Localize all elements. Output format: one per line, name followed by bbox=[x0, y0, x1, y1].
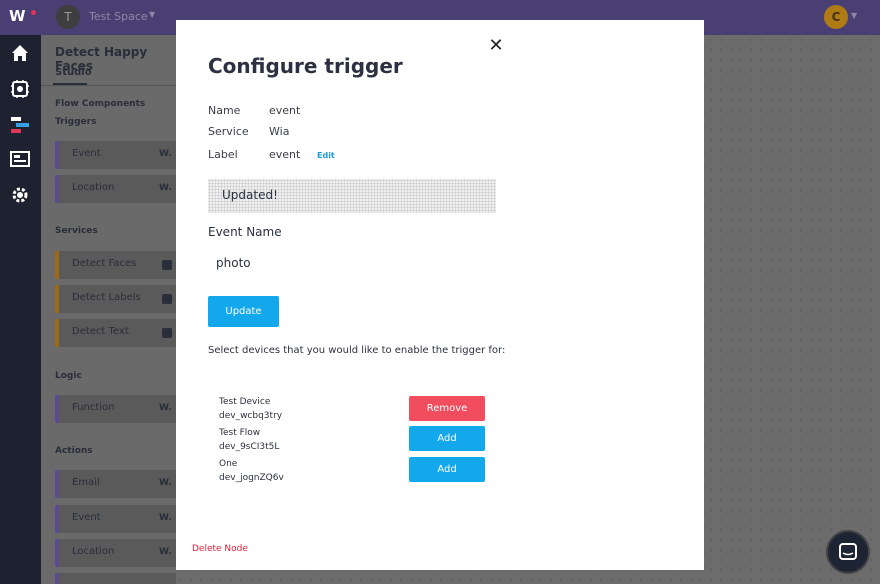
settings-icon[interactable] bbox=[10, 185, 30, 205]
device-id: dev_9sCI3t5L bbox=[219, 442, 280, 452]
label-value: event bbox=[269, 148, 301, 161]
chat-launcher-button[interactable] bbox=[828, 532, 868, 572]
triggers-heading: Triggers bbox=[55, 117, 97, 127]
service-icon bbox=[162, 328, 172, 338]
wia-icon: W. bbox=[159, 513, 172, 523]
component-label: Detect Faces bbox=[72, 258, 137, 269]
wia-icon: W. bbox=[159, 403, 172, 413]
update-button[interactable]: Update bbox=[208, 296, 279, 327]
wia-icon: W. bbox=[159, 478, 172, 488]
component-next-action[interactable] bbox=[55, 573, 179, 584]
component-location-trigger[interactable]: Location W. bbox=[55, 175, 179, 203]
tab-divider bbox=[41, 85, 176, 86]
space-avatar[interactable]: T bbox=[56, 5, 80, 29]
status-message-text: Updated! bbox=[222, 188, 278, 202]
close-icon[interactable]: ✕ bbox=[488, 37, 504, 55]
wia-logo[interactable]: W bbox=[9, 7, 36, 27]
select-devices-instructions: Select devices that you would like to en… bbox=[208, 345, 506, 356]
wia-icon: W. bbox=[159, 183, 172, 193]
chat-icon bbox=[839, 543, 857, 560]
device-name: Test Flow bbox=[219, 428, 261, 438]
nav-rail bbox=[0, 35, 41, 584]
device-id: dev_wcbq3try bbox=[219, 411, 283, 421]
device-icon[interactable] bbox=[10, 79, 30, 99]
component-label: Email bbox=[72, 477, 100, 488]
flow-components-heading: Flow Components bbox=[55, 99, 146, 109]
component-detect-labels[interactable]: Detect Labels bbox=[55, 285, 179, 313]
component-event-action[interactable]: Event W. bbox=[55, 505, 179, 533]
configure-trigger-modal: ✕ Configure trigger Name event Service W… bbox=[176, 20, 704, 570]
service-key: Service bbox=[208, 125, 249, 138]
component-detect-faces[interactable]: Detect Faces bbox=[55, 251, 179, 279]
event-name-input[interactable] bbox=[208, 249, 496, 277]
component-event-trigger[interactable]: Event W. bbox=[55, 141, 179, 169]
home-icon[interactable] bbox=[10, 43, 30, 63]
logo-dot bbox=[31, 10, 36, 15]
component-detect-text[interactable]: Detect Text bbox=[55, 319, 179, 347]
tab-studio[interactable]: Studio bbox=[55, 67, 92, 78]
wia-icon: W. bbox=[159, 149, 172, 159]
remove-device-button[interactable]: Remove bbox=[409, 396, 485, 421]
component-label: Event bbox=[72, 512, 101, 523]
flow-sidebar: Detect Happy Faces Studio Flow Component… bbox=[41, 35, 179, 584]
service-icon bbox=[162, 294, 172, 304]
dashboard-icon[interactable] bbox=[10, 149, 30, 169]
service-icon bbox=[162, 260, 172, 270]
component-email-action[interactable]: Email W. bbox=[55, 470, 179, 498]
name-key: Name bbox=[208, 104, 241, 117]
event-name-label: Event Name bbox=[208, 225, 282, 239]
delete-node-link[interactable]: Delete Node bbox=[192, 544, 248, 554]
add-device-button[interactable]: Add bbox=[409, 457, 485, 482]
component-label: Detect Labels bbox=[72, 292, 141, 303]
flows-icon[interactable] bbox=[10, 115, 30, 135]
component-label: Location bbox=[72, 546, 115, 557]
chevron-down-icon[interactable]: ▼ bbox=[851, 11, 857, 20]
device-name: Test Device bbox=[219, 397, 271, 407]
name-value: event bbox=[269, 104, 301, 117]
services-heading: Services bbox=[55, 226, 98, 236]
component-label: Event bbox=[72, 148, 101, 159]
component-label: Detect Text bbox=[72, 326, 129, 337]
logic-heading: Logic bbox=[55, 371, 82, 381]
component-location-action[interactable]: Location W. bbox=[55, 539, 179, 567]
label-key: Label bbox=[208, 148, 238, 161]
actions-heading: Actions bbox=[55, 446, 93, 456]
tab-active-indicator bbox=[53, 83, 87, 85]
user-avatar[interactable]: C bbox=[824, 5, 848, 29]
status-message: Updated! bbox=[208, 179, 496, 213]
add-device-button[interactable]: Add bbox=[409, 426, 485, 451]
component-function[interactable]: Function W. bbox=[55, 395, 179, 423]
edit-label-link[interactable]: Edit bbox=[317, 151, 335, 160]
space-switcher[interactable]: Test Space bbox=[89, 10, 148, 23]
device-id: dev_jognZQ6v bbox=[219, 473, 284, 483]
service-value: Wia bbox=[269, 125, 290, 138]
component-label: Location bbox=[72, 182, 115, 193]
chevron-down-icon[interactable]: ▼ bbox=[149, 10, 155, 19]
modal-title: Configure trigger bbox=[208, 54, 403, 78]
wia-icon: W. bbox=[159, 547, 172, 557]
device-name: One bbox=[219, 459, 238, 469]
component-label: Function bbox=[72, 402, 115, 413]
